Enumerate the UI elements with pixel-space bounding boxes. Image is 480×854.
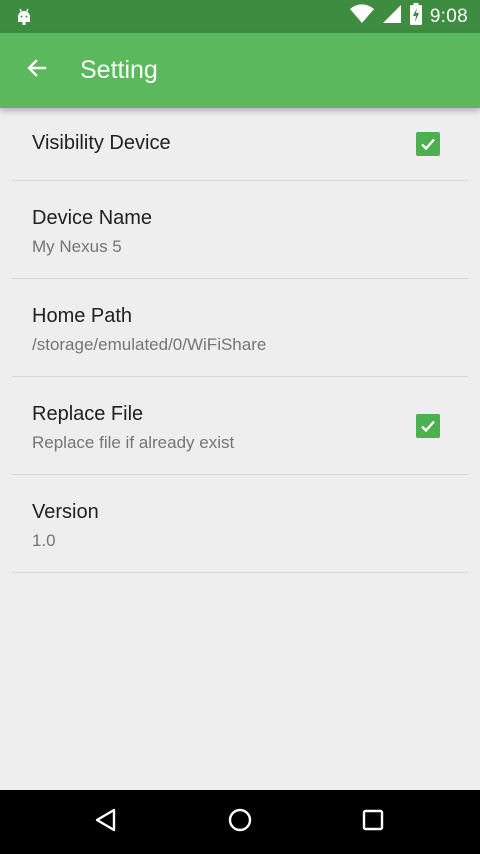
signal-icon bbox=[382, 4, 402, 29]
replace-file-checkbox[interactable] bbox=[416, 414, 440, 438]
setting-version[interactable]: Version 1.0 bbox=[12, 475, 468, 573]
setting-summary: My Nexus 5 bbox=[32, 237, 122, 256]
battery-charging-icon bbox=[409, 3, 422, 30]
android-debug-icon bbox=[14, 6, 34, 26]
navigation-bar bbox=[0, 790, 480, 854]
nav-home-button[interactable] bbox=[220, 802, 260, 842]
check-icon bbox=[421, 420, 435, 433]
wifi-icon bbox=[349, 4, 374, 29]
nav-home-icon bbox=[227, 807, 253, 838]
setting-label: Device Name bbox=[32, 207, 153, 229]
status-bar: 9:08 bbox=[0, 0, 480, 33]
visibility-device-checkbox[interactable] bbox=[416, 132, 440, 156]
app-bar: Setting bbox=[0, 33, 480, 108]
arrow-back-icon bbox=[25, 56, 49, 85]
nav-recents-icon bbox=[361, 808, 385, 837]
nav-back-button[interactable] bbox=[86, 802, 126, 842]
back-button[interactable] bbox=[14, 47, 60, 93]
setting-label: Version bbox=[32, 501, 99, 523]
setting-label: Replace File bbox=[32, 403, 144, 425]
setting-replace-file[interactable]: Replace File Replace file if already exi… bbox=[12, 377, 468, 475]
check-icon bbox=[421, 138, 435, 151]
setting-visibility-device[interactable]: Visibility Device bbox=[12, 108, 468, 181]
setting-summary: /storage/emulated/0/WiFiShare bbox=[32, 335, 267, 354]
setting-label: Visibility Device bbox=[32, 132, 171, 154]
setting-device-name[interactable]: Device Name My Nexus 5 bbox=[12, 181, 468, 279]
setting-home-path[interactable]: Home Path /storage/emulated/0/WiFiShare bbox=[12, 279, 468, 377]
settings-list: Visibility Device Device Name My Nexus 5… bbox=[0, 108, 480, 573]
nav-back-icon bbox=[93, 807, 119, 838]
nav-recents-button[interactable] bbox=[353, 802, 393, 842]
setting-summary: Replace file if already exist bbox=[32, 433, 235, 452]
setting-label: Home Path bbox=[32, 305, 133, 327]
status-time: 9:08 bbox=[429, 5, 468, 27]
setting-summary: 1.0 bbox=[32, 531, 56, 550]
page-title: Setting bbox=[80, 56, 158, 84]
